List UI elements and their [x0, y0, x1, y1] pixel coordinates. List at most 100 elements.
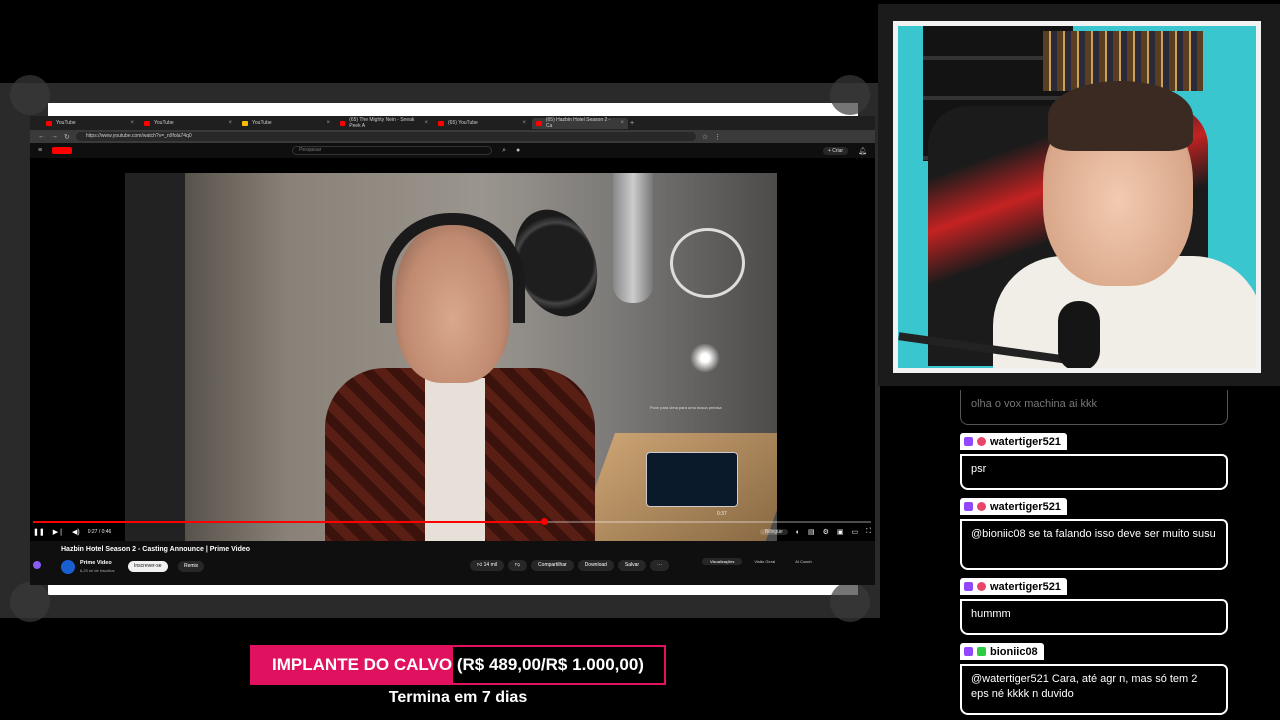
url-bar[interactable]: https://www.youtube.com/watch?v=_n9fola7…: [75, 132, 696, 141]
remix-button[interactable]: Remix: [178, 561, 205, 572]
close-tab-icon[interactable]: ×: [326, 120, 330, 126]
tee-shirt: [425, 378, 485, 541]
search-icon[interactable]: ⌕: [502, 147, 506, 155]
chat-message: @watertiger521 Cara, até agr n, mas só t…: [960, 664, 1228, 715]
browser-tab[interactable]: YouTube ×: [42, 118, 138, 129]
chat-overlay: olha o vox machina ai kkk watertiger521 …: [960, 390, 1228, 720]
chat-message: @bioniic08 se ta falando isso deve ser m…: [960, 519, 1228, 570]
studio-wall: [125, 173, 185, 541]
chat-username: bioniic08: [990, 645, 1038, 658]
tab-ai-coach[interactable]: AI Coach: [787, 558, 819, 565]
browser-tab[interactable]: YouTube ×: [238, 118, 334, 129]
settings-gear-icon[interactable]: ⚙: [823, 528, 829, 536]
download-button[interactable]: Download: [577, 560, 614, 571]
youtube-favicon-icon: [340, 120, 346, 126]
create-button[interactable]: + Criar: [822, 146, 849, 155]
browser-window: YouTube × YouTube × YouTube × (65) The Migh…: [30, 116, 875, 584]
chat-username: watertiger521: [990, 435, 1061, 448]
close-tab-icon[interactable]: ×: [130, 120, 134, 126]
chat-username-tag: watertiger521: [960, 578, 1067, 595]
notifications-icon[interactable]: 🔔︎: [858, 147, 867, 155]
fullscreen-icon[interactable]: ⛶: [866, 528, 871, 536]
subtitles-icon[interactable]: ▤: [808, 528, 815, 536]
like-button[interactable]: 👍︎ 14 mil: [470, 560, 504, 571]
youtube-favicon-icon: [536, 120, 542, 126]
goal-text: IMPLANTE DO CALVO (R$ 489,00/R$ 1.000,00…: [272, 655, 644, 674]
youtube-logo-icon[interactable]: [52, 147, 73, 154]
video-title: Hazbin Hotel Season 2 - Casting Announce…: [61, 546, 251, 553]
menu-icon[interactable]: ≡: [38, 147, 42, 154]
browser-tab[interactable]: (65) The Mighty Nein - Sneak Peek A ×: [336, 117, 432, 129]
chat-message: psr: [960, 454, 1228, 490]
browser-tab-active[interactable]: (65) Hazbin Hotel Season 2 - Ca ×: [532, 117, 628, 129]
chat-username: watertiger521: [990, 500, 1061, 513]
pause-icon[interactable]: ❚❚: [33, 528, 45, 536]
frame-corner: [10, 75, 50, 115]
heart-badge-icon: [977, 437, 986, 446]
progress-bar[interactable]: [33, 518, 871, 525]
theater-mode-icon[interactable]: ▭: [851, 528, 858, 536]
heart-badge-icon: [977, 502, 986, 511]
studio-lamp: [690, 343, 720, 373]
tab-overview[interactable]: Visão Geral: [746, 558, 783, 565]
subscribe-button[interactable]: Inscrever-se: [128, 561, 168, 572]
close-tab-icon[interactable]: ×: [424, 120, 428, 126]
next-icon[interactable]: ▶❘: [53, 528, 64, 536]
tab-bar: YouTube × YouTube × YouTube × (65) The Migh…: [30, 116, 875, 130]
forward-icon[interactable]: →: [51, 133, 58, 140]
subscriber-badge-icon: [964, 437, 973, 446]
shock-mount: [670, 228, 745, 298]
more-actions-icon[interactable]: ⋯: [650, 560, 670, 571]
headphones: [380, 213, 525, 323]
donation-goal-bar: IMPLANTE DO CALVO (R$ 489,00/R$ 1.000,00…: [250, 645, 666, 685]
youtube-favicon-icon: [144, 120, 150, 126]
volume-icon[interactable]: ◀): [72, 528, 80, 536]
subscriber-badge-icon: [964, 647, 973, 656]
seek-hint: Puxe para cima para uma busca precisa: [650, 405, 722, 410]
like-count: 14 mil: [483, 562, 497, 568]
video-info-area: Hazbin Hotel Season 2 - Casting Announce…: [30, 541, 875, 585]
tab-label: YouTube: [154, 120, 174, 126]
autoplay-toggle-icon[interactable]: ◐: [796, 529, 800, 536]
browser-tab[interactable]: YouTube ×: [140, 118, 236, 129]
search-input[interactable]: Pesquisar: [292, 146, 493, 155]
address-row: ← → ↻ https://www.youtube.com/watch?v=_n…: [30, 130, 875, 143]
new-tab-icon[interactable]: +: [630, 120, 634, 127]
dislike-button[interactable]: 👎︎: [507, 560, 528, 571]
tab-views[interactable]: Visualizações: [702, 558, 743, 565]
subscriber-count: 6,23 mi de inscritos: [80, 568, 115, 573]
player-controls: ❚❚ ▶❘ ◀) 0:27 / 0:46 Bilingue ◐ ▤ ⚙ ▣ ▭ …: [33, 526, 871, 538]
webcam-feed: [893, 21, 1261, 373]
subscriber-badge-icon: [964, 582, 973, 591]
progress-played: [33, 521, 545, 523]
close-tab-icon[interactable]: ×: [620, 120, 624, 126]
chat-message-partial: olha o vox machina ai kkk: [960, 390, 1228, 425]
bilingual-toggle[interactable]: Bilingue: [759, 529, 788, 535]
chat-username: watertiger521: [990, 580, 1061, 593]
shelf-board: [923, 96, 1073, 100]
save-button[interactable]: Salvar: [617, 560, 647, 571]
video-player[interactable]: [30, 158, 875, 541]
goal-deadline: Termina em 7 dias: [388, 689, 528, 706]
back-icon[interactable]: ←: [38, 133, 45, 140]
microphone-icon[interactable]: ●: [516, 147, 520, 154]
extensions-icon[interactable]: ⋮: [714, 133, 721, 141]
close-tab-icon[interactable]: ×: [522, 120, 526, 126]
tab-label: YouTube: [252, 120, 272, 126]
share-button[interactable]: Compartilhar: [531, 560, 574, 571]
tab-label: (65) Hazbin Hotel Season 2 - Ca: [545, 117, 611, 129]
chat-username-tag: watertiger521: [960, 433, 1067, 450]
stream-layout: YouTube × YouTube × YouTube × (65) The Migh…: [0, 0, 1280, 720]
chat-username-tag: bioniic08: [960, 643, 1044, 660]
frame-corner: [830, 75, 870, 115]
streamer-microphone: [1058, 301, 1100, 368]
bookmark-star-icon[interactable]: ☆: [702, 133, 708, 141]
close-tab-icon[interactable]: ×: [228, 120, 232, 126]
miniplayer-icon[interactable]: ▣: [837, 528, 844, 536]
channel-name[interactable]: Prime Video: [80, 560, 112, 566]
analytics-tabs: Visualizações Visão Geral AI Coach: [702, 558, 820, 565]
channel-avatar[interactable]: [61, 560, 75, 574]
extension-icon[interactable]: [33, 561, 41, 569]
browser-tab[interactable]: (65) YouTube ×: [434, 118, 530, 129]
reload-icon[interactable]: ↻: [64, 133, 70, 141]
